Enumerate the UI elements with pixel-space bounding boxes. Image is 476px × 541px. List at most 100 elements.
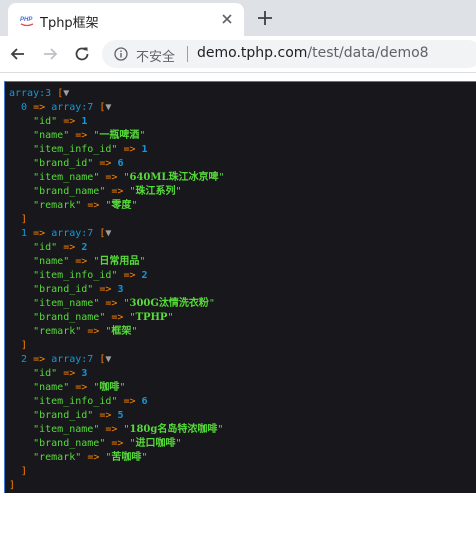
field-value: 零度: [111, 200, 132, 211]
quote: ": [139, 130, 146, 141]
url-path: /test/data/demo8: [307, 45, 429, 61]
tab-strip: PHP Tphp框架: [0, 0, 476, 36]
back-arrow-icon[interactable]: [8, 44, 28, 64]
browser-tab[interactable]: PHP Tphp框架: [8, 3, 244, 36]
field-value: 300G汰情洗衣粉: [129, 298, 209, 309]
field-key: id: [39, 368, 52, 379]
field-value: 2: [81, 242, 88, 253]
dump-field-row: "remark" => "零度": [9, 199, 476, 213]
field-key: item_name: [39, 172, 94, 183]
item-type: array:7: [51, 354, 94, 365]
field-value: TPHP: [135, 312, 168, 323]
field-key: remark: [39, 452, 76, 463]
arrow: =>: [63, 368, 76, 379]
arrow: =>: [75, 382, 88, 393]
quote: ": [131, 326, 138, 337]
field-value: 日常用品: [99, 256, 140, 267]
arrow: =>: [123, 270, 136, 281]
arrow: =>: [63, 242, 76, 253]
dump-field-row: "brand_name" => "TPHP": [9, 311, 476, 325]
quote: ": [111, 144, 118, 155]
arrow: =>: [123, 396, 136, 407]
field-key: name: [39, 130, 64, 141]
quote: ": [175, 186, 182, 197]
field-value: 咖啡: [99, 382, 120, 393]
field-key: brand_id: [39, 410, 88, 421]
arrow: =>: [123, 144, 136, 155]
toggle-icon[interactable]: ▼: [105, 102, 111, 113]
url-host: demo.tphp.com: [197, 45, 308, 61]
toggle-icon[interactable]: ▼: [63, 88, 69, 99]
field-value: 5: [117, 410, 124, 421]
field-key: id: [39, 116, 52, 127]
field-key: item_info_id: [39, 144, 112, 155]
quote: ": [175, 438, 182, 449]
arrow: =>: [105, 172, 118, 183]
quote: ": [51, 116, 58, 127]
field-value: 进口咖啡: [135, 438, 176, 449]
dump-field-row: "item_info_id" => 2: [9, 269, 476, 283]
field-value: 6: [141, 396, 148, 407]
quote: ": [63, 382, 70, 393]
field-value: 2: [141, 270, 148, 281]
quote: ": [218, 172, 225, 183]
address-bar[interactable]: 不安全 demo.tphp.com/test/data/demo8: [102, 40, 476, 68]
dump-field-row: "item_name" => "300G汰情洗衣粉": [9, 297, 476, 311]
field-value: 640ML珠江冰京啤: [129, 172, 219, 183]
arrow: =>: [33, 102, 46, 113]
arrow: =>: [63, 116, 76, 127]
field-value: 1: [141, 144, 148, 155]
favicon-text: PHP: [20, 17, 33, 23]
dump-items: 0 => array:7 [▼ "id" => 1 "name" => "一瓶啤…: [9, 101, 476, 479]
quote: ": [167, 312, 174, 323]
field-value: 一瓶啤酒: [99, 130, 140, 141]
reload-icon[interactable]: [72, 44, 92, 64]
var-dump-panel: array:3 [▼ 0 => array:7 [▼ "id" => 1 "na…: [4, 81, 476, 493]
item-index: 2: [21, 354, 28, 365]
item-index: 0: [21, 102, 28, 113]
dump-field-row: "brand_id" => 3: [9, 283, 476, 297]
info-icon[interactable]: [114, 47, 128, 61]
quote: ": [63, 130, 70, 141]
close-bracket: ]: [21, 214, 28, 225]
close-bracket: ]: [9, 480, 16, 491]
quote: ": [51, 242, 58, 253]
quote: ": [139, 256, 146, 267]
security-label[interactable]: 不安全: [136, 46, 175, 65]
arrow: =>: [111, 186, 124, 197]
dump-field-row: "item_name" => "640ML珠江冰京啤": [9, 171, 476, 185]
quote: ": [63, 256, 70, 267]
dump-field-row: "id" => 3: [9, 367, 476, 381]
dump-item-footer: ]: [9, 339, 476, 353]
dump-field-row: "name" => "一瓶啤酒": [9, 129, 476, 143]
field-key: brand_name: [39, 312, 100, 323]
dump-item-header: 0 => array:7 [▼: [9, 101, 476, 115]
dump-field-row: "item_name" => "180g名岛特浓咖啡": [9, 423, 476, 437]
field-key: brand_name: [39, 186, 100, 197]
arrow: =>: [105, 298, 118, 309]
field-key: brand_id: [39, 158, 88, 169]
field-value: 3: [81, 368, 88, 379]
quote: ": [99, 438, 106, 449]
toggle-icon[interactable]: ▼: [105, 354, 111, 365]
url-text[interactable]: demo.tphp.com/test/data/demo8: [197, 45, 429, 61]
arrow: =>: [75, 256, 88, 267]
field-value: 框架: [111, 326, 132, 337]
dump-field-row: "item_info_id" => 1: [9, 143, 476, 157]
arrow: =>: [111, 438, 124, 449]
toggle-icon[interactable]: ▼: [105, 228, 111, 239]
arrow: =>: [33, 354, 46, 365]
close-icon[interactable]: [219, 11, 235, 27]
dump-field-row: "id" => 1: [9, 115, 476, 129]
dump-field-row: "item_info_id" => 6: [9, 395, 476, 409]
dump-item-footer: ]: [9, 465, 476, 479]
dump-field-row: "name" => "日常用品": [9, 255, 476, 269]
quote: ": [87, 284, 94, 295]
dump-field-row: "brand_id" => 5: [9, 409, 476, 423]
field-key: item_info_id: [39, 270, 112, 281]
field-key: remark: [39, 326, 76, 337]
new-tab-icon[interactable]: [256, 9, 274, 27]
forward-arrow-icon[interactable]: [40, 44, 60, 64]
field-value: 3: [117, 284, 124, 295]
field-value: 珠江系列: [135, 186, 176, 197]
